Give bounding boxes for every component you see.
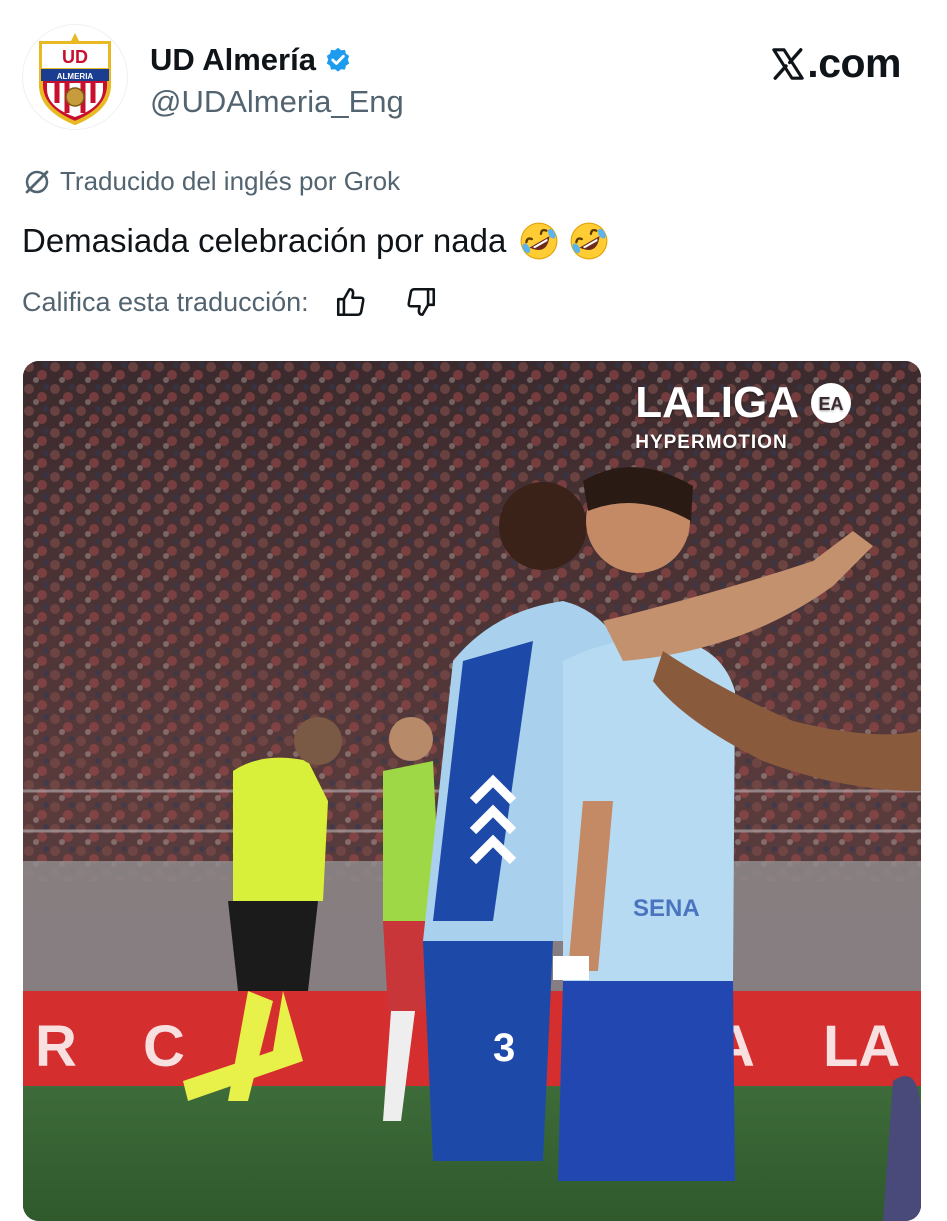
tweet-media[interactable]: R C A LA 3 SENA LALIGA EA HYPERMOTION bbox=[23, 361, 921, 1221]
ea-sports-logo-icon: EA bbox=[811, 383, 851, 423]
tweet-text: Demasiada celebración por nada bbox=[22, 222, 507, 259]
laliga-title: LALIGA bbox=[635, 378, 799, 427]
x-logo-icon bbox=[772, 47, 805, 80]
thumbs-up-icon bbox=[336, 287, 365, 317]
rate-translation-label: Califica esta traducción: bbox=[22, 286, 309, 317]
laliga-title-row: LALIGA EA bbox=[635, 379, 853, 427]
tweet-header: UD ALMERIA UD Almería @UDAlmeria_Eng .co… bbox=[22, 22, 907, 134]
thumbs-down-icon bbox=[407, 287, 435, 317]
crest-banner: ALMERIA bbox=[57, 72, 94, 81]
video-frame-image: R C A LA 3 SENA bbox=[23, 361, 921, 1221]
account-avatar[interactable]: UD ALMERIA bbox=[22, 24, 128, 130]
grok-icon bbox=[25, 170, 49, 193]
display-name: UD Almería bbox=[150, 42, 316, 77]
laliga-subtitle: HYPERMOTION bbox=[635, 432, 788, 453]
crest-text: UD bbox=[62, 47, 88, 67]
svg-text:EA: EA bbox=[818, 394, 843, 414]
sponsor-text: SENA bbox=[633, 895, 700, 922]
account-handle: @UDAlmeria_Eng bbox=[150, 84, 404, 119]
translation-notice-text: Traducido del inglés por Grok bbox=[60, 166, 401, 196]
tweet-body: Demasiada celebración por nada bbox=[22, 218, 610, 264]
account-names[interactable]: UD Almería @UDAlmeria_Eng bbox=[150, 42, 404, 122]
translation-notice: Traducido del inglés por Grok bbox=[22, 166, 400, 197]
brand-label: .com bbox=[807, 40, 901, 86]
thumbs-down-button[interactable] bbox=[401, 282, 441, 322]
emoji-group bbox=[518, 220, 610, 262]
verified-badge-icon bbox=[326, 47, 350, 72]
rate-translation-row: Califica esta traducción: bbox=[22, 282, 441, 322]
thumbs-up-button[interactable] bbox=[331, 282, 371, 322]
laliga-watermark: LALIGA EA HYPERMOTION bbox=[635, 379, 853, 455]
svg-text:LA: LA bbox=[823, 1014, 900, 1079]
svg-text:R: R bbox=[35, 1014, 77, 1079]
display-name-row: UD Almería bbox=[150, 42, 404, 78]
jersey-number: 3 bbox=[493, 1026, 515, 1070]
x-brand[interactable]: .com bbox=[771, 40, 901, 87]
svg-text:C: C bbox=[143, 1014, 185, 1079]
ud-almeria-crest-icon: UD ALMERIA bbox=[39, 33, 111, 125]
rofl-emoji-icon bbox=[570, 222, 608, 260]
rofl-emoji-icon bbox=[520, 222, 558, 260]
